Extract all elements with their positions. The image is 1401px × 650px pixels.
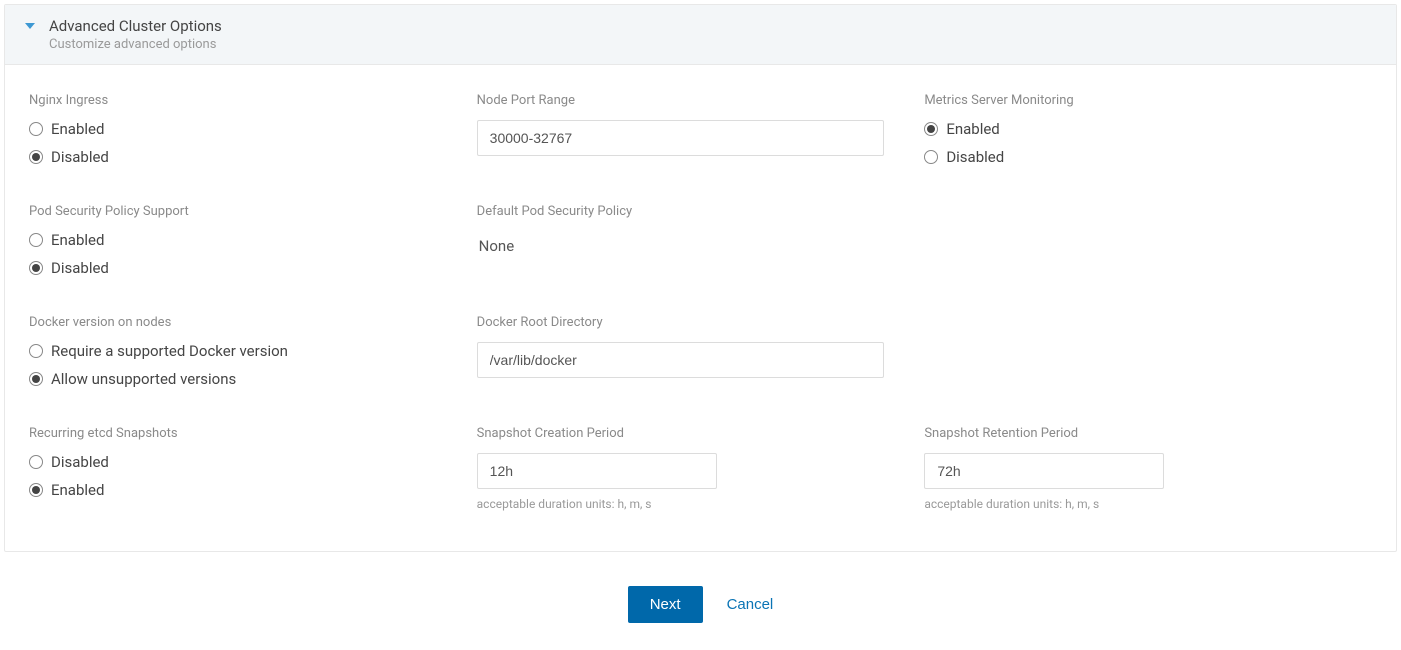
radio-label: Disabled — [51, 148, 109, 166]
metrics-server-disabled-radio[interactable]: Disabled — [924, 148, 1332, 166]
pod-security-support-radio-group: Enabled Disabled — [29, 231, 437, 277]
radio-label: Require a supported Docker version — [51, 342, 288, 360]
panel-header: Advanced Cluster Options Customize advan… — [5, 5, 1396, 65]
next-button[interactable]: Next — [628, 586, 703, 623]
nginx-ingress-field: Nginx Ingress Enabled Disabled — [29, 93, 477, 166]
empty-col — [924, 315, 1372, 388]
etcd-snapshots-field: Recurring etcd Snapshots Disabled Enable… — [29, 426, 477, 511]
radio-label: Enabled — [51, 481, 104, 499]
row-3: Docker version on nodes Require a suppor… — [29, 315, 1372, 388]
radio-label: Enabled — [946, 120, 999, 138]
snapshot-retention-label: Snapshot Retention Period — [924, 426, 1332, 441]
metrics-server-field: Metrics Server Monitoring Enabled Disabl… — [924, 93, 1372, 166]
radio-icon — [29, 344, 43, 358]
docker-version-field: Docker version on nodes Require a suppor… — [29, 315, 477, 388]
nginx-ingress-enabled-radio[interactable]: Enabled — [29, 120, 437, 138]
footer: Next Cancel — [0, 556, 1401, 633]
empty-col — [924, 204, 1372, 277]
etcd-snapshots-label: Recurring etcd Snapshots — [29, 426, 437, 441]
node-port-range-field: Node Port Range — [477, 93, 925, 166]
snapshot-creation-input[interactable] — [477, 453, 717, 489]
docker-root-label: Docker Root Directory — [477, 315, 885, 330]
radio-label: Enabled — [51, 231, 104, 249]
docker-version-radio-group: Require a supported Docker version Allow… — [29, 342, 437, 388]
metrics-server-enabled-radio[interactable]: Enabled — [924, 120, 1332, 138]
docker-version-require-radio[interactable]: Require a supported Docker version — [29, 342, 437, 360]
snapshot-retention-field: Snapshot Retention Period acceptable dur… — [924, 426, 1372, 511]
radio-label: Enabled — [51, 120, 104, 138]
node-port-range-input[interactable] — [477, 120, 885, 156]
etcd-snapshots-disabled-radio[interactable]: Disabled — [29, 453, 437, 471]
radio-icon — [29, 372, 43, 386]
snapshot-retention-hint: acceptable duration units: h, m, s — [924, 497, 1332, 511]
default-psp-value: None — [477, 231, 885, 261]
row-4: Recurring etcd Snapshots Disabled Enable… — [29, 426, 1372, 511]
docker-version-allow-radio[interactable]: Allow unsupported versions — [29, 370, 437, 388]
snapshot-creation-hint: acceptable duration units: h, m, s — [477, 497, 885, 511]
radio-icon — [29, 455, 43, 469]
radio-label: Allow unsupported versions — [51, 370, 236, 388]
panel-subtitle: Customize advanced options — [49, 37, 1380, 52]
radio-label: Disabled — [946, 148, 1004, 166]
radio-label: Disabled — [51, 453, 109, 471]
radio-icon — [29, 122, 43, 136]
nginx-ingress-radio-group: Enabled Disabled — [29, 120, 437, 166]
node-port-range-label: Node Port Range — [477, 93, 885, 108]
metrics-server-radio-group: Enabled Disabled — [924, 120, 1332, 166]
radio-icon — [29, 233, 43, 247]
pod-security-enabled-radio[interactable]: Enabled — [29, 231, 437, 249]
docker-version-label: Docker version on nodes — [29, 315, 437, 330]
metrics-server-label: Metrics Server Monitoring — [924, 93, 1332, 108]
radio-icon — [924, 122, 938, 136]
radio-label: Disabled — [51, 259, 109, 277]
etcd-snapshots-radio-group: Disabled Enabled — [29, 453, 437, 499]
snapshot-creation-label: Snapshot Creation Period — [477, 426, 885, 441]
nginx-ingress-label: Nginx Ingress — [29, 93, 437, 108]
row-2: Pod Security Policy Support Enabled Disa… — [29, 204, 1372, 277]
nginx-ingress-disabled-radio[interactable]: Disabled — [29, 148, 437, 166]
docker-root-input[interactable] — [477, 342, 885, 378]
pod-security-support-label: Pod Security Policy Support — [29, 204, 437, 219]
snapshot-creation-field: Snapshot Creation Period acceptable dura… — [477, 426, 925, 511]
advanced-cluster-options-panel: Advanced Cluster Options Customize advan… — [4, 4, 1397, 552]
default-psp-field: Default Pod Security Policy None — [477, 204, 925, 277]
radio-icon — [29, 150, 43, 164]
default-psp-label: Default Pod Security Policy — [477, 204, 885, 219]
cancel-button[interactable]: Cancel — [727, 596, 774, 613]
docker-root-field: Docker Root Directory — [477, 315, 925, 388]
collapse-caret-icon[interactable] — [25, 23, 35, 29]
radio-icon — [29, 261, 43, 275]
radio-icon — [924, 150, 938, 164]
row-1: Nginx Ingress Enabled Disabled Node Port… — [29, 93, 1372, 166]
snapshot-retention-input[interactable] — [924, 453, 1164, 489]
pod-security-support-field: Pod Security Policy Support Enabled Disa… — [29, 204, 477, 277]
radio-icon — [29, 483, 43, 497]
etcd-snapshots-enabled-radio[interactable]: Enabled — [29, 481, 437, 499]
panel-body: Nginx Ingress Enabled Disabled Node Port… — [5, 65, 1396, 551]
panel-title: Advanced Cluster Options — [49, 17, 1380, 35]
pod-security-disabled-radio[interactable]: Disabled — [29, 259, 437, 277]
